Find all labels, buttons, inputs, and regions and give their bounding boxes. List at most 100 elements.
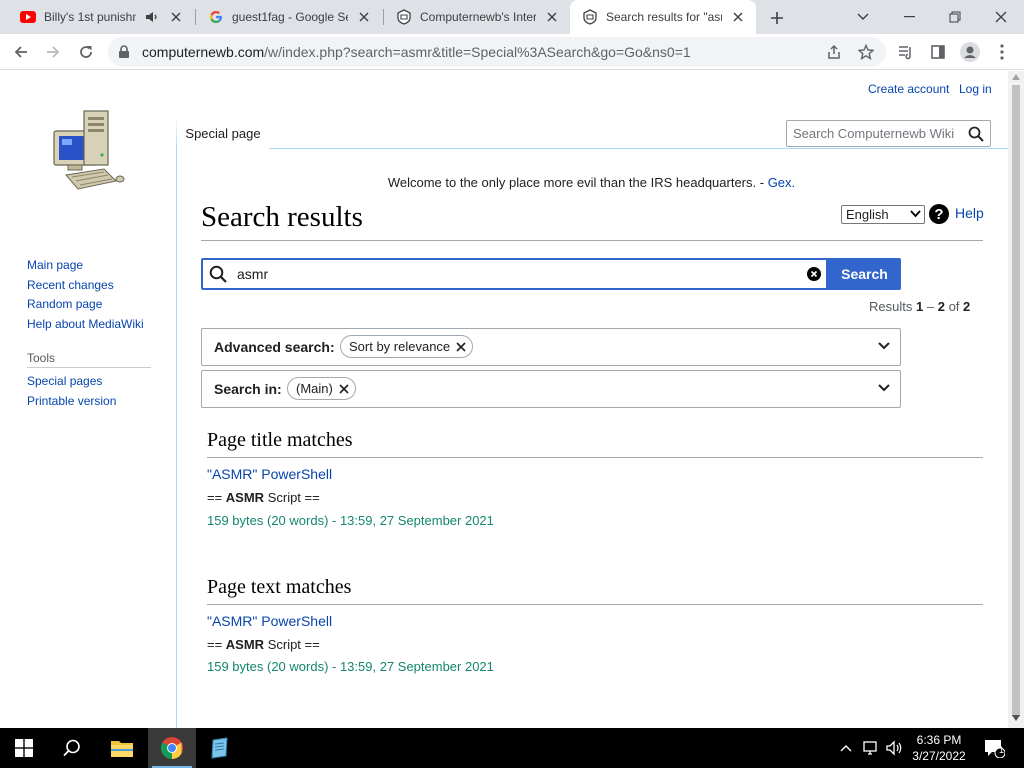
media-control-icon[interactable] [894, 40, 918, 64]
new-tab-button[interactable] [766, 7, 788, 29]
close-icon[interactable] [456, 341, 466, 352]
close-icon[interactable] [168, 9, 184, 25]
advanced-search-panel[interactable]: Advanced search: Sort by relevance [201, 328, 901, 366]
close-icon[interactable] [544, 9, 560, 25]
close-icon[interactable] [339, 383, 349, 394]
browser-tab-youtube[interactable]: Billy's 1st punishme [8, 0, 194, 34]
profile-avatar[interactable] [958, 40, 982, 64]
browser-tab-google[interactable]: guest1fag - Google Se [196, 0, 382, 34]
wiki-logo[interactable] [48, 107, 128, 193]
chevron-down-icon[interactable] [878, 384, 890, 392]
close-window-button[interactable] [978, 0, 1024, 34]
chevron-down-icon[interactable] [878, 342, 890, 350]
tab-search-button[interactable] [840, 0, 886, 34]
namespace-chip[interactable]: (Main) [287, 377, 356, 400]
start-button[interactable] [0, 728, 48, 768]
clock-date: 3/27/2022 [912, 749, 966, 763]
result-title-link[interactable]: "ASMR" PowerShell [207, 613, 332, 629]
search-query-input[interactable] [235, 263, 795, 285]
chevron-down-icon [910, 210, 921, 218]
chrome-icon[interactable] [148, 728, 196, 768]
lock-icon[interactable] [118, 45, 130, 59]
close-icon[interactable] [356, 9, 372, 25]
notification-count: 1 [999, 745, 1005, 755]
search-in-panel[interactable]: Search in: (Main) [201, 370, 901, 408]
sidebar-item-random-page[interactable]: Random page [27, 295, 144, 315]
site-notice: Welcome to the only place more evil than… [387, 175, 796, 190]
close-icon[interactable] [730, 9, 746, 25]
wiki-search-box [786, 120, 991, 147]
notepad-icon[interactable] [196, 728, 244, 768]
back-button[interactable] [9, 40, 33, 64]
wiki-search-input[interactable] [787, 121, 965, 146]
scroll-down-icon[interactable] [1012, 715, 1020, 721]
sidebar-item-printable-version[interactable]: Printable version [27, 392, 116, 412]
url-text: computernewb.com/w/index.php?search=asmr… [142, 44, 691, 60]
notification-icon[interactable]: 1 [980, 728, 1008, 768]
chevron-up-icon[interactable] [836, 728, 856, 768]
special-search-box [201, 258, 828, 290]
tab-special-page[interactable]: Special page [177, 118, 269, 149]
tab-title: Billy's 1st punishme [44, 10, 136, 24]
site-notice-link[interactable]: Gex. [768, 175, 795, 190]
result-snippet: == ASMR Script == [207, 490, 320, 505]
clock-time: 6:36 PM [916, 733, 962, 747]
sort-chip[interactable]: Sort by relevance [340, 335, 474, 358]
restore-button[interactable] [932, 0, 978, 34]
clear-icon[interactable] [807, 267, 821, 281]
log-in-link[interactable]: Log in [959, 82, 992, 96]
taskbar-clock[interactable]: 6:36 PM 3/27/2022 [904, 732, 974, 764]
results-count: Results 1 – 2 of 2 [869, 299, 971, 314]
sidebar-item-help[interactable]: Help about MediaWiki [27, 315, 144, 335]
language-select[interactable]: English [841, 205, 925, 224]
kebab-menu-icon[interactable] [990, 40, 1014, 64]
side-panel-icon[interactable] [926, 40, 950, 64]
computernewb-icon [396, 9, 412, 25]
browser-toolbar: computernewb.com/w/index.php?search=asmr… [0, 34, 1024, 70]
network-icon[interactable] [860, 728, 882, 768]
help-link[interactable]: Help [955, 205, 984, 221]
page-scrollbar[interactable] [1008, 71, 1024, 728]
browser-tab-computernewb[interactable]: Computernewb's Intern [384, 0, 570, 34]
search-icon[interactable] [48, 728, 96, 768]
advanced-search-label: Advanced search: [214, 339, 335, 355]
search-icon [209, 265, 227, 283]
sidebar-item-special-pages[interactable]: Special pages [27, 372, 116, 392]
sidebar-item-recent-changes[interactable]: Recent changes [27, 276, 144, 296]
search-in-label: Search in: [214, 381, 282, 397]
page-title: Search results [201, 201, 363, 233]
sidebar-item-main-page[interactable]: Main page [27, 256, 144, 276]
computernewb-icon [582, 9, 598, 25]
volume-icon[interactable] [884, 728, 906, 768]
tools-heading: Tools [27, 351, 56, 365]
sidebar-navigation: Main page Recent changes Random page Hel… [27, 256, 144, 334]
windows-taskbar: 6:36 PM 3/27/2022 1 [0, 728, 1024, 768]
search-button[interactable]: Search [828, 258, 901, 290]
divider [207, 457, 983, 458]
minimize-button[interactable] [886, 0, 932, 34]
share-icon[interactable] [824, 42, 844, 62]
wiki-page: Create account Log in Main page Recent c… [0, 71, 1008, 728]
divider [207, 604, 983, 605]
browser-tab-search-results[interactable]: Search results for "asm [570, 0, 756, 34]
reload-button[interactable] [74, 40, 98, 64]
file-explorer-icon[interactable] [98, 728, 146, 768]
address-bar[interactable]: computernewb.com/w/index.php?search=asmr… [108, 37, 886, 67]
tab-title: guest1fag - Google Se [232, 10, 348, 24]
scrollbar-thumb[interactable] [1012, 85, 1020, 717]
scroll-up-icon[interactable] [1012, 74, 1020, 80]
title-matches-heading: Page title matches [207, 429, 353, 451]
speaker-icon[interactable] [144, 9, 160, 25]
search-icon[interactable] [968, 126, 984, 142]
result-title-link[interactable]: "ASMR" PowerShell [207, 466, 332, 482]
tab-title: Computernewb's Intern [420, 10, 536, 24]
bookmark-star-icon[interactable] [856, 42, 876, 62]
sidebar-tools: Special pages Printable version [27, 372, 116, 411]
tab-title: Search results for "asm [606, 10, 722, 24]
browser-tab-strip: Billy's 1st punishme guest1fag - Google … [0, 0, 1024, 34]
create-account-link[interactable]: Create account [868, 82, 949, 96]
forward-button[interactable] [41, 40, 65, 64]
youtube-icon [20, 9, 36, 25]
text-matches-heading: Page text matches [207, 576, 352, 598]
help-icon[interactable]: ? [929, 204, 949, 224]
